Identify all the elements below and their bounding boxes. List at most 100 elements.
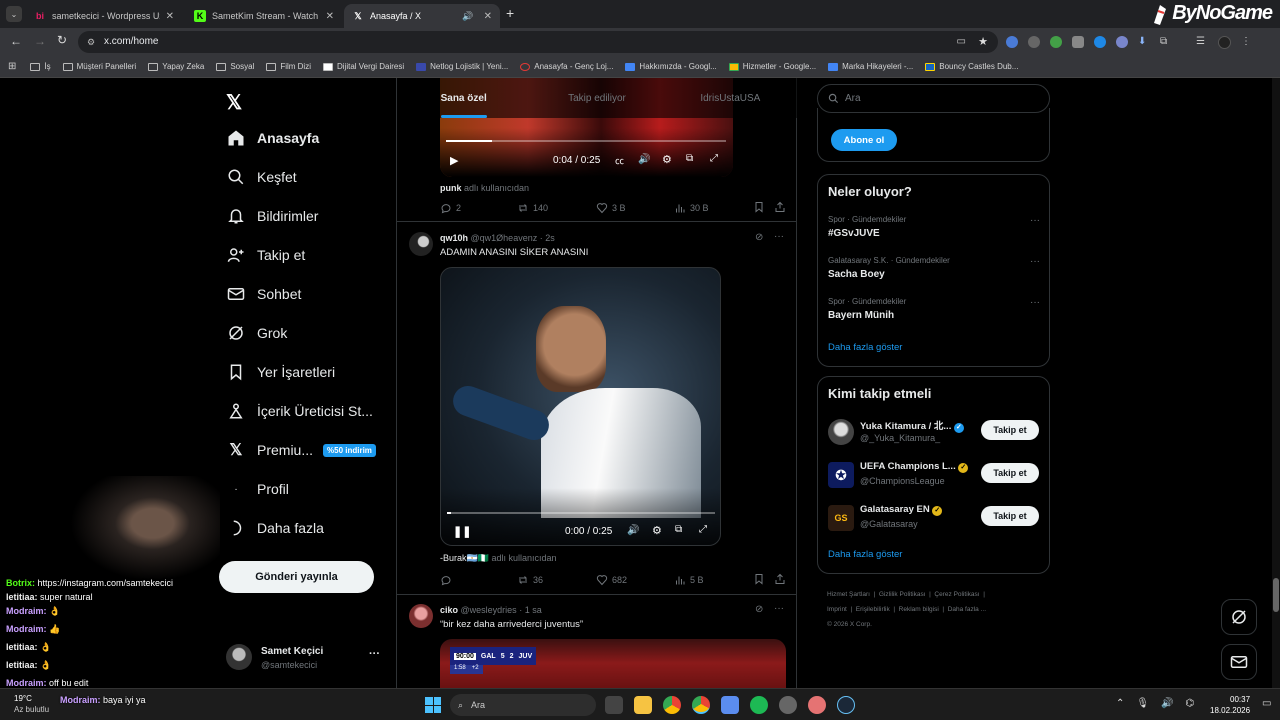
volume-icon[interactable]: 🔊 [1161, 698, 1173, 709]
nav-bookmarks[interactable]: Yer İşaretleri [227, 360, 335, 384]
extension-icon[interactable] [1072, 36, 1084, 48]
close-icon[interactable]: ✕ [484, 11, 492, 22]
nav-profile[interactable]: · Profil [227, 477, 289, 501]
close-icon[interactable]: ✕ [326, 11, 334, 22]
avatar[interactable] [409, 232, 433, 256]
microphone-icon[interactable]: 🎙 [1136, 698, 1149, 709]
post-time[interactable]: · 2s [540, 233, 555, 243]
profile-avatar[interactable] [1218, 36, 1231, 49]
reply-button[interactable]: 2 [440, 202, 461, 214]
back-icon[interactable]: ← [10, 34, 22, 48]
star-icon[interactable]: ★ [978, 31, 988, 53]
messages-floating-button[interactable] [1221, 644, 1257, 680]
app-icon[interactable] [779, 696, 797, 714]
grok-icon[interactable]: ⊘ [755, 604, 763, 615]
bookmark-link[interactable]: Marka Hikayeleri -... [828, 62, 913, 71]
bookmark-folder[interactable]: İş [30, 62, 51, 71]
settings-icon[interactable]: ⚙ [662, 153, 672, 166]
tab-list[interactable]: IdrisUstaUSA [664, 78, 797, 118]
post-time[interactable]: · 1 sa [519, 605, 542, 615]
follow-button[interactable]: Takip et [981, 506, 1039, 526]
bookmark-link[interactable]: Netlog Lojistik | Yeni... [416, 62, 508, 71]
browser-tab-active[interactable]: 𝕏 Anasayfa / X 🔊 ✕ [344, 4, 500, 28]
video-progress-track[interactable] [447, 512, 715, 514]
nav-creator-studio[interactable]: İçerik Üreticisi St... [227, 399, 373, 423]
show-more-link[interactable]: Daha fazla göster [828, 549, 902, 560]
extension-icon[interactable] [1094, 36, 1106, 48]
footer-link[interactable]: Imprint [827, 606, 847, 613]
video-source-user[interactable]: -Burak🇦🇷🇳🇬 [440, 553, 489, 563]
spotify-icon[interactable] [750, 696, 768, 714]
repost-button[interactable]: 140 [517, 202, 548, 214]
pause-icon[interactable]: ❚❚ [453, 525, 471, 538]
more-dots-icon[interactable]: ··· [1030, 297, 1040, 308]
bookmark-link[interactable]: Hakkımızda - Googl... [625, 62, 717, 71]
share-button[interactable] [774, 573, 790, 585]
more-dots-icon[interactable]: ··· [774, 603, 784, 614]
show-more-link[interactable]: Daha fazla göster [828, 342, 902, 353]
app-icon[interactable] [721, 696, 739, 714]
like-button[interactable]: 3 B [596, 202, 626, 214]
menu-icon[interactable]: ⋮ [1241, 36, 1253, 48]
fullscreen-icon[interactable]: ⤢ [710, 153, 718, 164]
more-dots-icon[interactable]: ··· [774, 231, 784, 242]
trend-item[interactable]: Galatasaray S.K. · Gündemdekiler Sacha B… [828, 256, 1040, 280]
start-button[interactable] [425, 697, 441, 713]
views-button[interactable]: 30 B [674, 202, 709, 214]
chrome-icon[interactable] [663, 696, 681, 714]
captions-icon[interactable]: ㏄ [615, 154, 624, 167]
video-player[interactable]: ❚❚ 0:00 / 0:25 🔊 ⚙ ⧉ ⤢ [440, 267, 721, 546]
x-logo-icon[interactable]: 𝕏 [226, 90, 242, 115]
popout-icon[interactable]: ⧉ [675, 524, 682, 535]
bookmark-link[interactable]: Hizmetler - Google... [728, 62, 816, 71]
page-scrollbar[interactable] [1272, 78, 1280, 688]
install-icon[interactable]: ▭ [957, 31, 966, 53]
reply-button[interactable] [440, 574, 456, 586]
share-button[interactable] [774, 201, 790, 213]
tab-search-button[interactable]: ⌄ [6, 6, 22, 22]
bookmark-link[interactable]: Bouncy Castles Dub... [925, 62, 1018, 71]
side-panel-icon[interactable]: ☰ [1196, 36, 1208, 48]
footer-link[interactable]: Daha fazla ... [948, 606, 986, 613]
footer-link[interactable]: Reklam bilgisi [899, 606, 939, 613]
reload-icon[interactable]: ↻ [57, 33, 67, 47]
popout-icon[interactable]: ⧉ [686, 153, 693, 164]
post-button[interactable]: Gönderi yayınla [219, 561, 374, 593]
extension-icon[interactable] [1028, 36, 1040, 48]
grok-floating-button[interactable] [1221, 599, 1257, 635]
footer-link[interactable]: Erişilebilirlik [856, 606, 890, 613]
views-button[interactable]: 5 B [674, 574, 704, 586]
taskbar-search[interactable]: ⌕ Ara [450, 694, 596, 716]
nav-grok[interactable]: Grok [227, 321, 287, 345]
avatar[interactable] [409, 604, 433, 628]
bookmark-folder[interactable]: Film Dizi [266, 62, 311, 71]
trend-item[interactable]: Spor · Gündemdekiler Bayern Münih ··· [828, 297, 1040, 321]
site-info-icon[interactable]: ⚙ [87, 31, 95, 53]
post-author-name[interactable]: ciko [440, 605, 458, 615]
settings-icon[interactable]: ⚙ [652, 524, 662, 537]
extension-icon[interactable] [1050, 36, 1062, 48]
nav-follow[interactable]: Takip et [227, 243, 305, 267]
forward-icon[interactable]: → [34, 34, 46, 48]
post-author-handle[interactable]: @qw1Øheavenz [471, 233, 538, 243]
browser-tab[interactable]: K SametKim Stream - Watch Live ✕ [186, 4, 342, 28]
puzzle-icon[interactable]: ⧉ [1160, 36, 1172, 48]
tab-for-you[interactable]: Sana özel [397, 78, 530, 118]
nav-more[interactable]: Daha fazla [227, 516, 324, 540]
notification-icon[interactable]: ▭ [1262, 698, 1271, 709]
more-dots-icon[interactable]: ··· [1030, 256, 1040, 267]
volume-icon[interactable]: 🔊 [638, 154, 650, 165]
grok-icon[interactable]: ⊘ [755, 232, 763, 243]
nav-explore[interactable]: Keşfet [227, 165, 297, 189]
bookmark-folder[interactable]: Sosyal [216, 62, 254, 71]
new-tab-button[interactable]: + [506, 5, 514, 21]
bookmark-link[interactable]: Anasayfa - Genç Loj... [520, 62, 613, 71]
address-bar[interactable]: ⚙ x.com/home ▭ ★ [78, 31, 998, 53]
follow-button[interactable]: Takip et [981, 463, 1039, 483]
nav-notifications[interactable]: Bildirimler [227, 204, 318, 228]
post-author-name[interactable]: qw10h [440, 233, 468, 243]
footer-link[interactable]: Çerez Politikası [934, 591, 979, 598]
steam-icon[interactable] [837, 696, 855, 714]
weather-widget[interactable]: 19°C Az bulutlu [14, 693, 49, 715]
nav-chat[interactable]: Sohbet [227, 282, 301, 306]
